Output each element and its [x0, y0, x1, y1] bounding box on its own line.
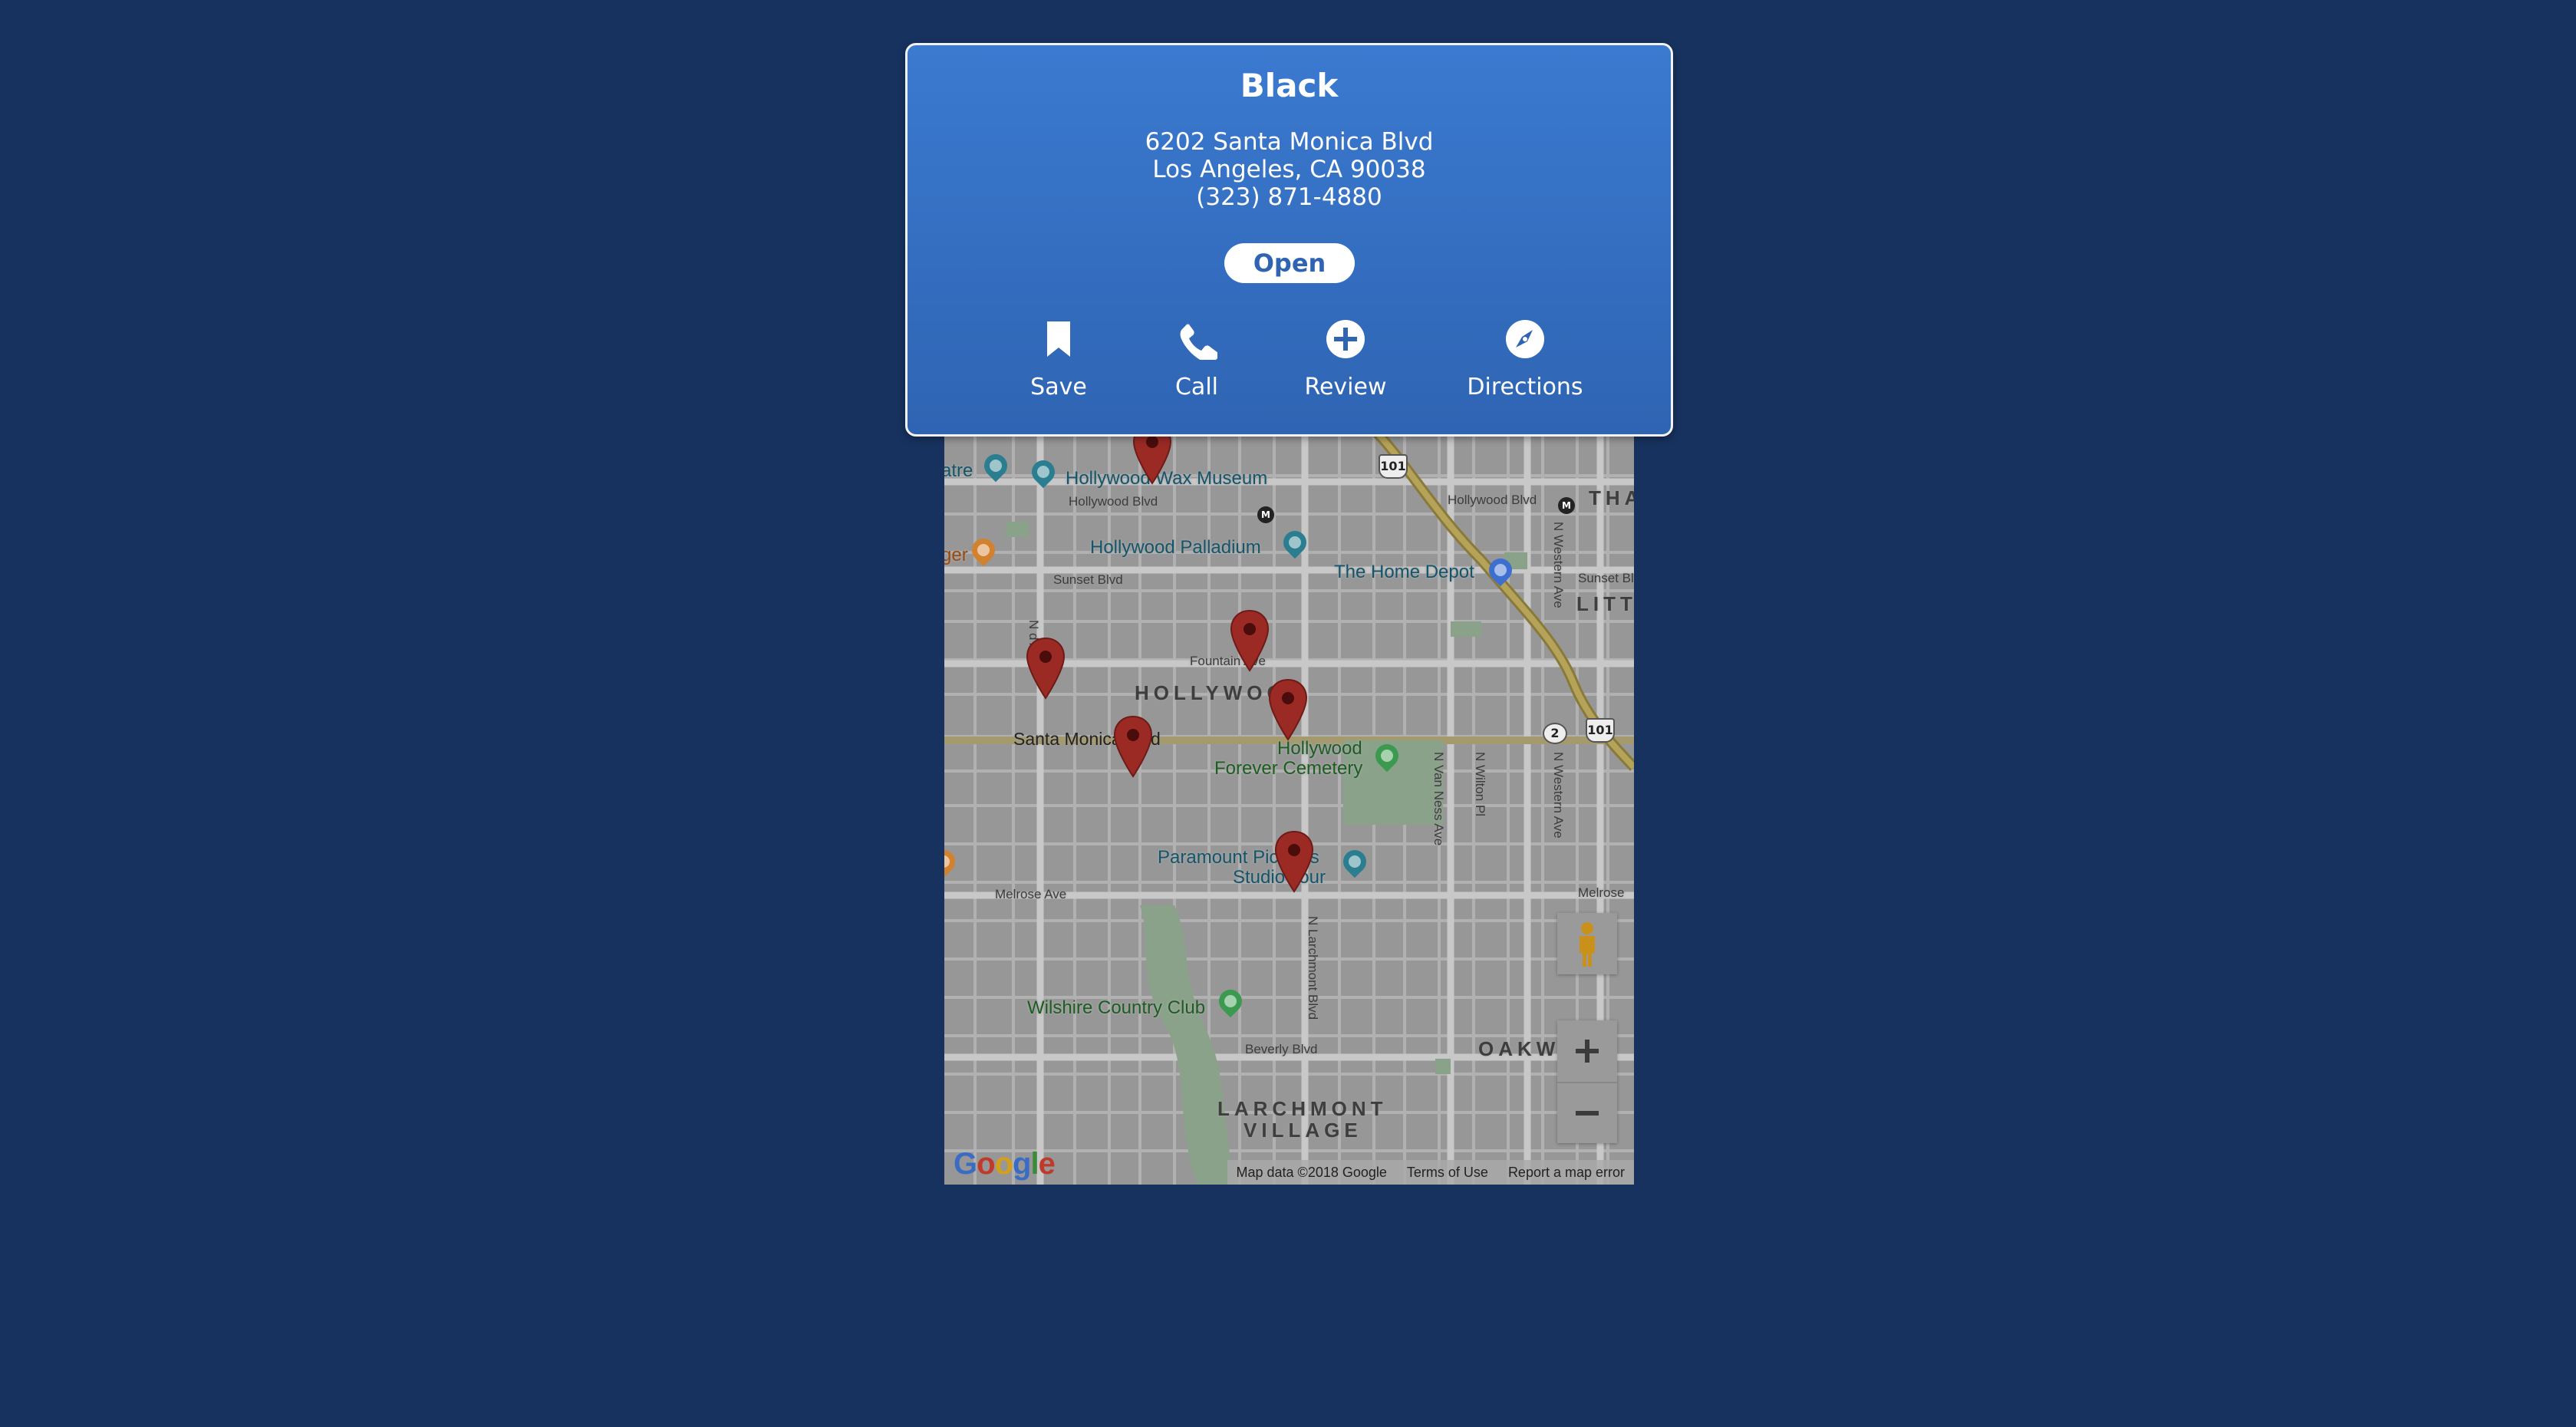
neighborhood-label: LITT	[1576, 592, 1634, 615]
google-logo: Google	[954, 1147, 1056, 1181]
street-label: Sunset Bl	[1578, 571, 1634, 585]
street-label: N Western Ave	[1551, 752, 1566, 839]
street-label: Beverly Blvd	[1245, 1042, 1318, 1056]
address-line-2: Los Angeles, CA 90038	[1152, 156, 1426, 183]
pegman-icon	[1580, 922, 1595, 967]
neighborhood-label: OAKW	[1478, 1037, 1560, 1060]
zoom-control	[1557, 1020, 1617, 1143]
phone-icon	[1180, 321, 1217, 360]
directions-label: Directions	[1467, 374, 1583, 400]
terms-of-use-link[interactable]: Terms of Use	[1407, 1165, 1488, 1181]
street-label: N Van Ness Ave	[1431, 752, 1446, 846]
poi-label: ger	[944, 545, 968, 565]
review-label: Review	[1304, 374, 1387, 400]
highway-shield-101: 101	[1379, 454, 1408, 479]
minus-icon	[1576, 1111, 1599, 1116]
street-view-pegman-button[interactable]	[1557, 913, 1617, 974]
street-label: Melrose	[1578, 885, 1625, 900]
zoom-in-button[interactable]	[1557, 1020, 1617, 1082]
street-label: Sunset Blvd	[1053, 572, 1123, 587]
call-label: Call	[1174, 374, 1218, 400]
metro-station-icon: M	[1558, 497, 1575, 514]
call-button[interactable]: Call	[1120, 314, 1273, 400]
neighborhood-label: LARCHMONT	[1217, 1097, 1388, 1120]
map-marker-pin[interactable]	[1268, 678, 1308, 741]
street-label: N Wilton Pl	[1473, 752, 1487, 817]
save-label: Save	[1030, 374, 1087, 400]
street-label: Melrose Ave	[995, 887, 1067, 901]
poi-label[interactable]: Wilshire Country Club	[1027, 997, 1205, 1019]
map-marker-pin[interactable]	[1026, 637, 1066, 700]
poi-label[interactable]: The Home Depot	[1334, 562, 1474, 583]
street-label: Hollywood Blvd	[1448, 493, 1537, 507]
highway-shield-2: 2	[1543, 723, 1567, 744]
review-button[interactable]: Review	[1269, 314, 1422, 400]
page-background: M M 101 101 2 atre Hollywood Wax Museum …	[0, 0, 2576, 1427]
save-button[interactable]: Save	[982, 314, 1135, 400]
street-label: Hollywood Blvd	[1069, 494, 1158, 509]
metro-station-icon: M	[1257, 506, 1274, 523]
address-line-1: 6202 Santa Monica Blvd	[1145, 128, 1434, 156]
neighborhood-label: THA	[1589, 486, 1634, 509]
poi-label[interactable]: Hollywood Palladium	[1090, 537, 1261, 559]
bookmark-icon	[1047, 321, 1070, 357]
plus-icon	[1576, 1040, 1599, 1063]
map-attribution-bar: Map data ©2018 Google Terms of Use Repor…	[1227, 1160, 1634, 1185]
place-info-card: Black 6202 Santa Monica Blvd Los Angeles…	[905, 43, 1673, 437]
map-marker-pin[interactable]	[1132, 430, 1172, 485]
phone-number[interactable]: (323) 871-4880	[908, 183, 1671, 211]
neighborhood-label: VILLAGE	[1244, 1119, 1362, 1142]
directions-button[interactable]: Directions	[1448, 314, 1602, 400]
map-marker-pin[interactable]	[1113, 715, 1153, 778]
highway-shield-101: 101	[1586, 718, 1615, 743]
compass-icon	[1506, 320, 1544, 358]
open-button[interactable]: Open	[1224, 243, 1355, 283]
map-data-credit: Map data ©2018 Google	[1236, 1164, 1387, 1180]
poi-label[interactable]: Hollywood	[1277, 738, 1362, 760]
place-name: Black	[1240, 67, 1339, 104]
street-label: N Larchmont Blvd	[1306, 916, 1320, 1020]
poi-label: atre	[944, 460, 973, 481]
map-marker-pin[interactable]	[1230, 609, 1270, 672]
poi-label[interactable]: Forever Cemetery	[1214, 758, 1362, 779]
report-map-error-link[interactable]: Report a map error	[1508, 1165, 1625, 1181]
zoom-out-button[interactable]	[1557, 1082, 1617, 1143]
map-view[interactable]: M M 101 101 2 atre Hollywood Wax Museum …	[944, 430, 1634, 1185]
plus-circle-icon	[1326, 320, 1365, 358]
street-label: N Western Ave	[1551, 522, 1566, 608]
map-marker-pin[interactable]	[1274, 830, 1314, 893]
